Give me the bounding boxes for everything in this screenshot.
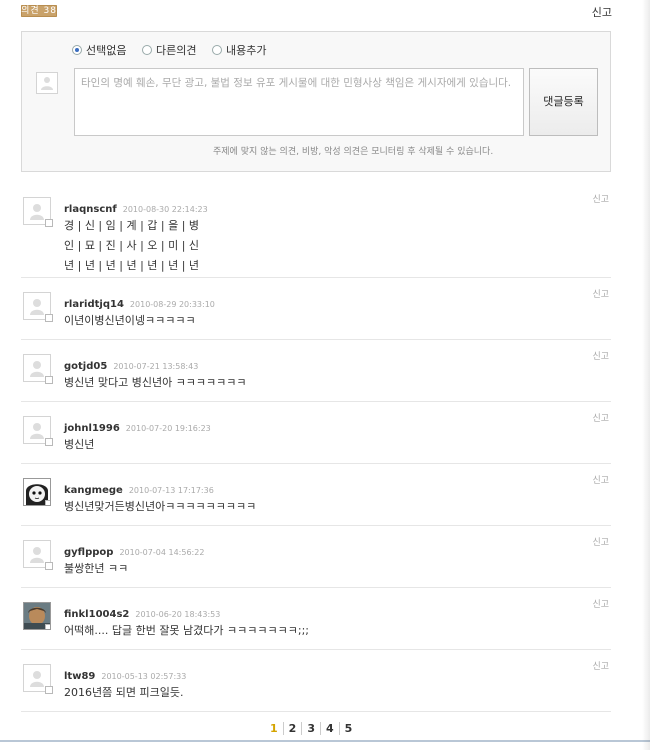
radio-option-none[interactable]: 선택없음 [72,42,126,58]
radio-label: 선택없음 [86,44,127,57]
small-square-icon [45,438,53,446]
radio-button[interactable] [72,45,82,55]
comment-meta: ltw89 2010-05-13 02:57:33 [64,664,186,683]
radio-label: 내용추가 [225,44,267,57]
comment-text: 경 | 신 | 임 | 계 | 갑 | 을 | 병 인 | 묘 | 진 | 사 … [64,219,200,272]
comment-meta: rlaqnscnf 2010-08-30 22:14:23 [64,197,208,216]
comment-meta: rlaridtjq14 2010-08-29 20:33:10 [64,292,215,311]
page-link-1[interactable]: 1 [265,722,283,735]
comment-report-link[interactable]: 신고 [592,192,609,205]
page-link-4[interactable]: 4 [319,722,339,735]
comment-username[interactable]: ltw89 [64,671,95,682]
comment-username[interactable]: johnl1996 [64,423,120,434]
user-silhouette-icon [41,77,53,90]
comment-username[interactable]: finkl1004s2 [64,609,129,620]
small-square-icon [45,314,53,322]
comment-text: 불쌍한년 ㅋㅋ [64,562,129,575]
comment-username[interactable]: gyflppop [64,547,113,558]
comment-item: gyflppop 2010-07-04 14:56:22 신고 불쌍한년 ㅋㅋ [21,526,611,588]
comment-text: 병신년 맞다고 병신년아 ㅋㅋㅋㅋㅋㅋㅋ [64,376,247,389]
radio-label: 다른의견 [155,44,197,57]
small-square-icon [45,686,53,694]
comment-date: 2010-07-21 13:58:43 [113,362,199,371]
avatar[interactable] [23,416,53,446]
small-square-icon [45,624,50,629]
comment-meta: gyflppop 2010-07-04 14:56:22 [64,540,204,559]
page-link-3[interactable]: 3 [301,722,320,735]
comment-list: rlaqnscnf 2010-08-30 22:14:23 신고 경 | 신 | … [21,183,611,712]
small-square-icon [45,219,53,227]
avatar[interactable] [23,197,53,227]
comment-text: 이년이병신년이넹ㅋㅋㅋㅋㅋ [64,314,196,327]
avatar[interactable] [23,292,53,322]
comment-date: 2010-07-20 19:16:23 [125,424,211,433]
comment-item: rlaqnscnf 2010-08-30 22:14:23 신고 경 | 신 | … [21,183,611,278]
comment-meta: kangmege 2010-07-13 17:17:36 [64,478,214,497]
comment-meta: finkl1004s2 2010-06-20 18:43:53 [64,602,220,621]
comment-item: rlaridtjq14 2010-08-29 20:33:10 신고 이년이병신년… [21,278,611,340]
right-edge-shadow [642,0,650,750]
comment-username[interactable]: rlaridtjq14 [64,299,124,310]
comment-username[interactable]: kangmege [64,485,123,496]
radio-option-other[interactable]: 다른의견 [141,42,197,58]
report-link[interactable]: 신고 [592,4,612,20]
avatar[interactable] [23,602,51,630]
pagination: 12345 [265,722,357,735]
comment-text: 2016년쯤 되면 피크일듯. [64,686,184,699]
comment-date: 2010-08-29 20:33:10 [129,300,215,309]
comment-write-box: 선택없음 다른의견 내용추가 타인의 명예 훼손, 무단 광고, 불법 정보 유… [21,31,611,172]
comment-report-link[interactable]: 신고 [592,597,609,610]
comment-report-link[interactable]: 신고 [592,411,609,424]
small-square-icon [45,376,53,384]
avatar[interactable] [23,478,51,506]
comment-username[interactable]: rlaqnscnf [64,204,117,215]
avatar[interactable] [23,664,53,694]
comment-item: gotjd05 2010-07-21 13:58:43 신고 병신년 맞다고 병신… [21,340,611,402]
comment-report-link[interactable]: 신고 [592,349,609,362]
comment-text: 어떡해.... 답글 한번 잘못 남겼다가 ㅋㅋㅋㅋㅋㅋㅋ;;; [64,624,309,637]
comment-date: 2010-08-30 22:14:23 [122,205,208,214]
comment-username[interactable]: gotjd05 [64,361,107,372]
comment-date: 2010-07-13 17:17:36 [128,486,214,495]
comment-item: kangmege 2010-07-13 17:17:36 신고 병신년맞거든병신년… [21,464,611,526]
comment-report-link[interactable]: 신고 [592,473,609,486]
comment-item: ltw89 2010-05-13 02:57:33 신고 2016년쯤 되면 피크… [21,650,611,712]
page-link-2[interactable]: 2 [282,722,302,735]
opinion-type-group: 선택없음 다른의견 내용추가 [72,42,278,58]
page-link-5[interactable]: 5 [338,722,358,735]
submit-comment-button[interactable]: 댓글등록 [529,68,598,136]
radio-button[interactable] [141,45,152,55]
bottom-divider [0,740,650,742]
avatar[interactable] [23,540,53,570]
moderation-notice: 주제에 맞지 않는 의견, 비방, 악성 의견은 모니터링 후 삭제될 수 있습… [213,147,494,157]
comment-input[interactable]: 타인의 명예 훼손, 무단 광고, 불법 정보 유포 게시물에 대한 민형사상 … [74,68,524,136]
user-avatar [36,72,58,94]
avatar[interactable] [23,354,53,384]
comment-report-link[interactable]: 신고 [592,659,609,672]
opinion-count-badge: 의견 38 [21,5,57,17]
radio-option-add[interactable]: 내용추가 [211,42,267,58]
comment-item: johnl1996 2010-07-20 19:16:23 신고 병신년 [21,402,611,464]
comment-item: finkl1004s2 2010-06-20 18:43:53 신고 어떡해...… [21,588,611,650]
comment-report-link[interactable]: 신고 [592,535,609,548]
comment-text: 병신년맞거든병신년아ㅋㅋㅋㅋㅋㅋㅋㅋㅋ [64,500,257,513]
small-square-icon [45,562,53,570]
comment-date: 2010-05-13 02:57:33 [101,672,187,681]
comment-text: 병신년 [64,438,95,451]
comment-meta: gotjd05 2010-07-21 13:58:43 [64,354,198,373]
small-square-icon [45,500,50,505]
comment-header: 의견 38 신고 [0,0,650,22]
comment-meta: johnl1996 2010-07-20 19:16:23 [64,416,211,435]
comment-report-link[interactable]: 신고 [592,287,609,300]
comment-date: 2010-07-04 14:56:22 [119,548,205,557]
comment-date: 2010-06-20 18:43:53 [135,610,221,619]
radio-button[interactable] [211,45,222,55]
